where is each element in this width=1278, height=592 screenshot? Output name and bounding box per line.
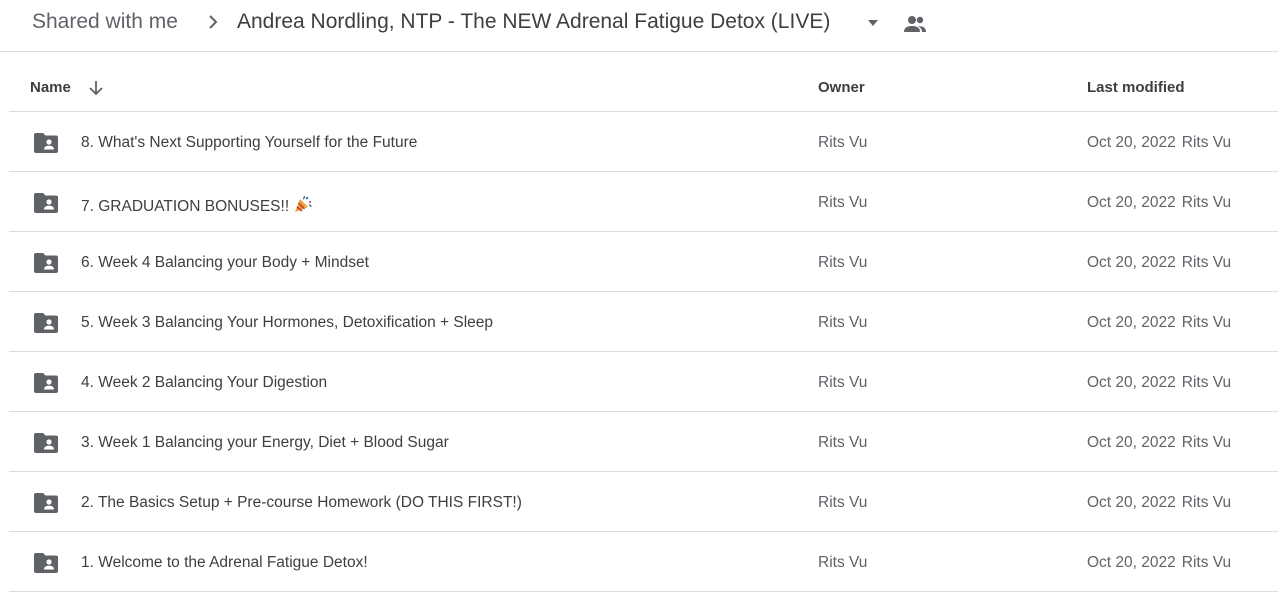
- folder-name-text: 3. Week 1 Balancing your Energy, Diet + …: [81, 434, 449, 451]
- shared-folder-icon: [34, 433, 58, 453]
- table-row[interactable]: 8. What's Next Supporting Yourself for t…: [9, 112, 1278, 172]
- modified-date: Oct 20, 2022: [1087, 374, 1176, 391]
- column-header-owner[interactable]: Owner: [818, 79, 865, 96]
- folder-name-text: 5. Week 3 Balancing Your Hormones, Detox…: [81, 314, 493, 331]
- table-row[interactable]: 7. GRADUATION BONUSES!! Rits Vu Oct 20, 20…: [9, 172, 1278, 232]
- folder-name-text: 7. GRADUATION BONUSES!!: [81, 198, 290, 215]
- column-header-last-modified[interactable]: Last modified: [1087, 79, 1185, 96]
- last-modified: Oct 20, 2022 Rits Vu: [1087, 434, 1231, 452]
- last-modified: Oct 20, 2022 Rits Vu: [1087, 134, 1231, 152]
- chevron-right-icon: [209, 15, 218, 29]
- folder-name[interactable]: 3. Week 1 Balancing your Energy, Diet + …: [81, 434, 449, 452]
- owner-name: Rits Vu: [818, 134, 868, 151]
- folder-name-text: 4. Week 2 Balancing Your Digestion: [81, 374, 328, 391]
- modified-by: Rits Vu: [1181, 434, 1232, 451]
- list-header: Name Owner Last modified: [9, 52, 1278, 112]
- table-row[interactable]: 1. Welcome to the Adrenal Fatigue Detox!…: [9, 532, 1278, 592]
- modified-date: Oct 20, 2022: [1087, 314, 1176, 331]
- modified-by: Rits Vu: [1181, 494, 1232, 511]
- last-modified: Oct 20, 2022 Rits Vu: [1087, 254, 1231, 272]
- people-icon[interactable]: [903, 14, 927, 34]
- owner-name: Rits Vu: [818, 194, 868, 211]
- modified-date: Oct 20, 2022: [1087, 554, 1176, 571]
- breadcrumb-current-folder[interactable]: Andrea Nordling, NTP - The NEW Adrenal F…: [237, 9, 830, 35]
- last-modified: Oct 20, 2022 Rits Vu: [1087, 554, 1231, 572]
- shared-folder-icon: [34, 493, 58, 513]
- breadcrumb: Shared with me Andrea Nordling, NTP - Th…: [0, 0, 1278, 52]
- folder-name[interactable]: 6. Week 4 Balancing your Body + Mindset: [81, 254, 369, 272]
- arrow-drop-down-icon[interactable]: [866, 18, 880, 28]
- folder-name[interactable]: 5. Week 3 Balancing Your Hormones, Detox…: [81, 314, 493, 332]
- last-modified: Oct 20, 2022 Rits Vu: [1087, 194, 1231, 212]
- modified-date: Oct 20, 2022: [1087, 434, 1176, 451]
- folder-name-text: 6. Week 4 Balancing your Body + Mindset: [81, 254, 369, 271]
- shared-folder-icon: [34, 553, 58, 573]
- last-modified: Oct 20, 2022 Rits Vu: [1087, 314, 1231, 332]
- shared-folder-icon: [34, 373, 58, 393]
- arrow-down-icon[interactable]: [87, 78, 105, 98]
- modified-by: Rits Vu: [1181, 314, 1232, 331]
- shared-folder-icon: [34, 313, 58, 333]
- table-row[interactable]: 2. The Basics Setup + Pre-course Homewor…: [9, 472, 1278, 532]
- modified-date: Oct 20, 2022: [1087, 494, 1176, 511]
- modified-date: Oct 20, 2022: [1087, 134, 1176, 151]
- folder-name-text: 8. What's Next Supporting Yourself for t…: [81, 134, 418, 151]
- last-modified: Oct 20, 2022 Rits Vu: [1087, 374, 1231, 392]
- modified-by: Rits Vu: [1181, 134, 1232, 151]
- modified-date: Oct 20, 2022: [1087, 194, 1176, 211]
- folder-name[interactable]: 7. GRADUATION BONUSES!!: [81, 194, 313, 216]
- modified-by: Rits Vu: [1181, 374, 1232, 391]
- folder-name[interactable]: 2. The Basics Setup + Pre-course Homewor…: [81, 494, 522, 512]
- last-modified: Oct 20, 2022 Rits Vu: [1087, 494, 1231, 512]
- table-row[interactable]: 3. Week 1 Balancing your Energy, Diet + …: [9, 412, 1278, 472]
- folder-name[interactable]: 1. Welcome to the Adrenal Fatigue Detox!: [81, 554, 368, 572]
- owner-name: Rits Vu: [818, 494, 868, 511]
- modified-by: Rits Vu: [1181, 194, 1232, 211]
- folder-name[interactable]: 8. What's Next Supporting Yourself for t…: [81, 134, 417, 152]
- owner-name: Rits Vu: [818, 434, 868, 451]
- breadcrumb-shared-with-me[interactable]: Shared with me: [30, 9, 180, 35]
- owner-name: Rits Vu: [818, 374, 868, 391]
- modified-date: Oct 20, 2022: [1087, 254, 1176, 271]
- file-list: Name Owner Last modified 8. What's Next …: [9, 52, 1278, 592]
- shared-folder-icon: [34, 253, 58, 273]
- folder-name-text: 1. Welcome to the Adrenal Fatigue Detox!: [81, 554, 368, 571]
- modified-by: Rits Vu: [1181, 254, 1232, 271]
- owner-name: Rits Vu: [818, 554, 868, 571]
- folder-name-text: 2. The Basics Setup + Pre-course Homewor…: [81, 494, 522, 511]
- folder-name[interactable]: 4. Week 2 Balancing Your Digestion: [81, 374, 327, 392]
- owner-name: Rits Vu: [818, 254, 868, 271]
- table-row[interactable]: 6. Week 4 Balancing your Body + Mindset R…: [9, 232, 1278, 292]
- shared-folder-icon: [34, 133, 58, 153]
- owner-name: Rits Vu: [818, 314, 868, 331]
- table-row[interactable]: 5. Week 3 Balancing Your Hormones, Detox…: [9, 292, 1278, 352]
- shared-folder-icon: [34, 193, 58, 213]
- column-header-name[interactable]: Name: [30, 79, 71, 96]
- modified-by: Rits Vu: [1181, 554, 1232, 571]
- table-row[interactable]: 4. Week 2 Balancing Your Digestion Rits V…: [9, 352, 1278, 412]
- party-popper-icon: [295, 195, 312, 212]
